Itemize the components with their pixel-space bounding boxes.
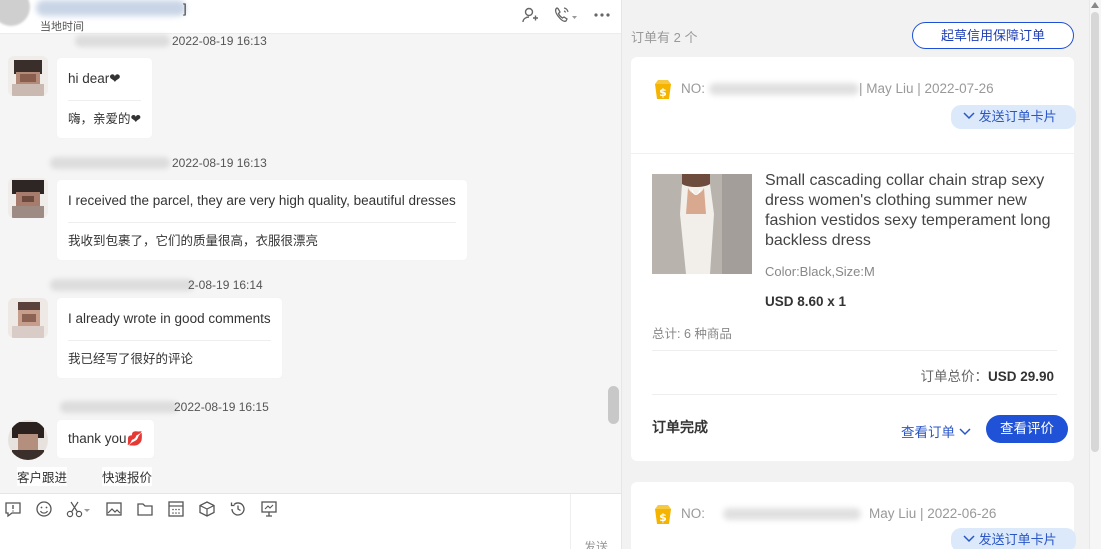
message-bubble: hi dear❤ 嗨，亲爱的❤ [57,58,152,138]
product-title[interactable]: Small cascading collar chain strap sexy … [765,171,1065,251]
coin-icon: $ [651,503,675,527]
order-number-label: NO: [681,81,706,96]
folder-icon[interactable] [136,500,154,518]
order-items-count: 总计: 6 种商品 [652,327,732,341]
sender-name-blurred [50,279,194,291]
sender-name-blurred [60,401,178,413]
order-status: 订单完成 [652,419,708,435]
order-header: $ NO: May Liu | 2022-06-26 发送订单卡片 [631,482,1076,549]
message-translation: 嗨，亲爱的❤ [68,112,141,126]
message-translation: 我已经写了很好的评论 [68,352,194,366]
send-order-card-button[interactable]: 发送订单卡片 [951,105,1076,129]
customer-follow-up-button[interactable]: 客户跟进 [17,467,68,486]
message-bubble: I already wrote in good comments 我已经写了很好… [57,298,282,378]
order-card: $ NO: | May Liu | 2022-07-26 发送订单卡片 Smal… [631,57,1076,463]
quick-actions: 客户跟进 快速报价 [0,464,200,486]
add-user-icon[interactable] [521,6,539,24]
message-translation: 我收到包裹了，它们的质量很高，衣服很漂亮 [68,234,319,248]
message-bubble: I received the parcel, they are very hig… [57,180,467,260]
order-total-label: 订单总价： [920,369,988,384]
send-button[interactable]: 发送 [584,538,608,549]
orders-scroll-thumb[interactable] [1091,12,1099,452]
product-image[interactable] [652,174,752,274]
calculator-icon[interactable] [167,500,185,518]
chat-toolbar: 发送 [0,493,621,549]
product-price: USD 8.60 x 1 [765,294,847,309]
order-body: Small cascading collar chain strap sexy … [631,153,1074,463]
message-bubble: thank you💋 [57,420,155,458]
divider [652,394,1057,395]
sender-avatar[interactable] [8,420,48,460]
chevron-down-icon [959,425,971,440]
order-count-label: 订单有 2 个 [631,30,698,45]
sender-avatar[interactable] [8,178,48,218]
header-actions [521,6,611,24]
orders-panel: 订单有 2 个 起草信用保障订单 $ NO: | May Liu | 2022-… [622,0,1101,549]
message-time: 2-08-19 16:14 [188,278,263,292]
order-buyer-date: May Liu | 2022-06-26 [869,506,997,521]
scroll-up-arrow-icon[interactable] [1091,2,1099,8]
send-order-card-label: 发送订单卡片 [978,109,1057,124]
chevron-down-icon [963,109,979,124]
feedback-icon[interactable] [4,500,22,518]
screen-icon[interactable] [260,500,278,518]
message-time: 2022-08-19 16:15 [174,400,269,414]
chat-header: ] 当地时间 [0,0,621,34]
send-order-card-button[interactable]: 发送订单卡片 [951,528,1076,549]
sender-name-blurred [75,35,170,47]
draft-trade-assurance-order-button[interactable]: 起草信用保障订单 [912,22,1074,49]
contact-name-bracket: ] [183,1,187,16]
more-icon[interactable] [593,6,611,24]
view-review-button[interactable]: 查看评价 [986,415,1068,443]
sender-name-blurred [50,157,170,169]
sender-avatar[interactable] [8,298,48,338]
message-text: hi dear❤ [68,71,121,86]
sender-avatar[interactable] [8,56,48,96]
order-header: $ NO: | May Liu | 2022-07-26 发送订单卡片 [631,57,1076,149]
order-number-blurred [709,83,859,95]
order-number-label: NO: [681,506,706,521]
quick-quote-button[interactable]: 快速报价 [102,467,153,486]
message-time: 2022-08-19 16:13 [172,34,267,48]
chat-panel: ] 当地时间 2022-08-19 16:13 hi dear❤ 嗨，亲爱的❤ [0,0,622,549]
coin-icon: $ [651,78,675,102]
order-card: $ NO: May Liu | 2022-06-26 发送订单卡片 [631,482,1076,549]
scissors-icon[interactable] [66,500,92,518]
svg-text:$: $ [659,511,667,524]
send-order-card-label: 发送订单卡片 [978,532,1057,547]
order-total: 订单总价：USD 29.90 [920,365,1054,385]
order-number-blurred [723,508,861,520]
chevron-down-icon [963,532,979,547]
local-time-label: 当地时间 [40,21,84,33]
contact-name-blurred [36,0,186,16]
chat-scrollbar[interactable] [608,386,619,424]
message-text: I already wrote in good comments [68,311,271,326]
phone-icon[interactable] [553,6,579,24]
send-area: 发送 [570,494,621,549]
history-icon[interactable] [229,500,247,518]
svg-text:$: $ [659,86,667,99]
contact-avatar[interactable] [0,0,30,26]
product-spec: Color:Black,Size:M [765,264,875,279]
image-icon[interactable] [105,500,123,518]
message-text: thank you💋 [68,431,144,446]
view-order-button[interactable]: 查看订单 [901,421,971,441]
view-order-label: 查看订单 [901,425,955,440]
emoji-icon[interactable] [35,500,53,518]
divider [652,350,1057,351]
package-icon[interactable] [198,500,216,518]
order-total-value: USD 29.90 [987,369,1054,384]
message-text: I received the parcel, they are very hig… [68,193,456,208]
message-time: 2022-08-19 16:13 [172,156,267,170]
order-buyer-date: | May Liu | 2022-07-26 [859,81,994,96]
